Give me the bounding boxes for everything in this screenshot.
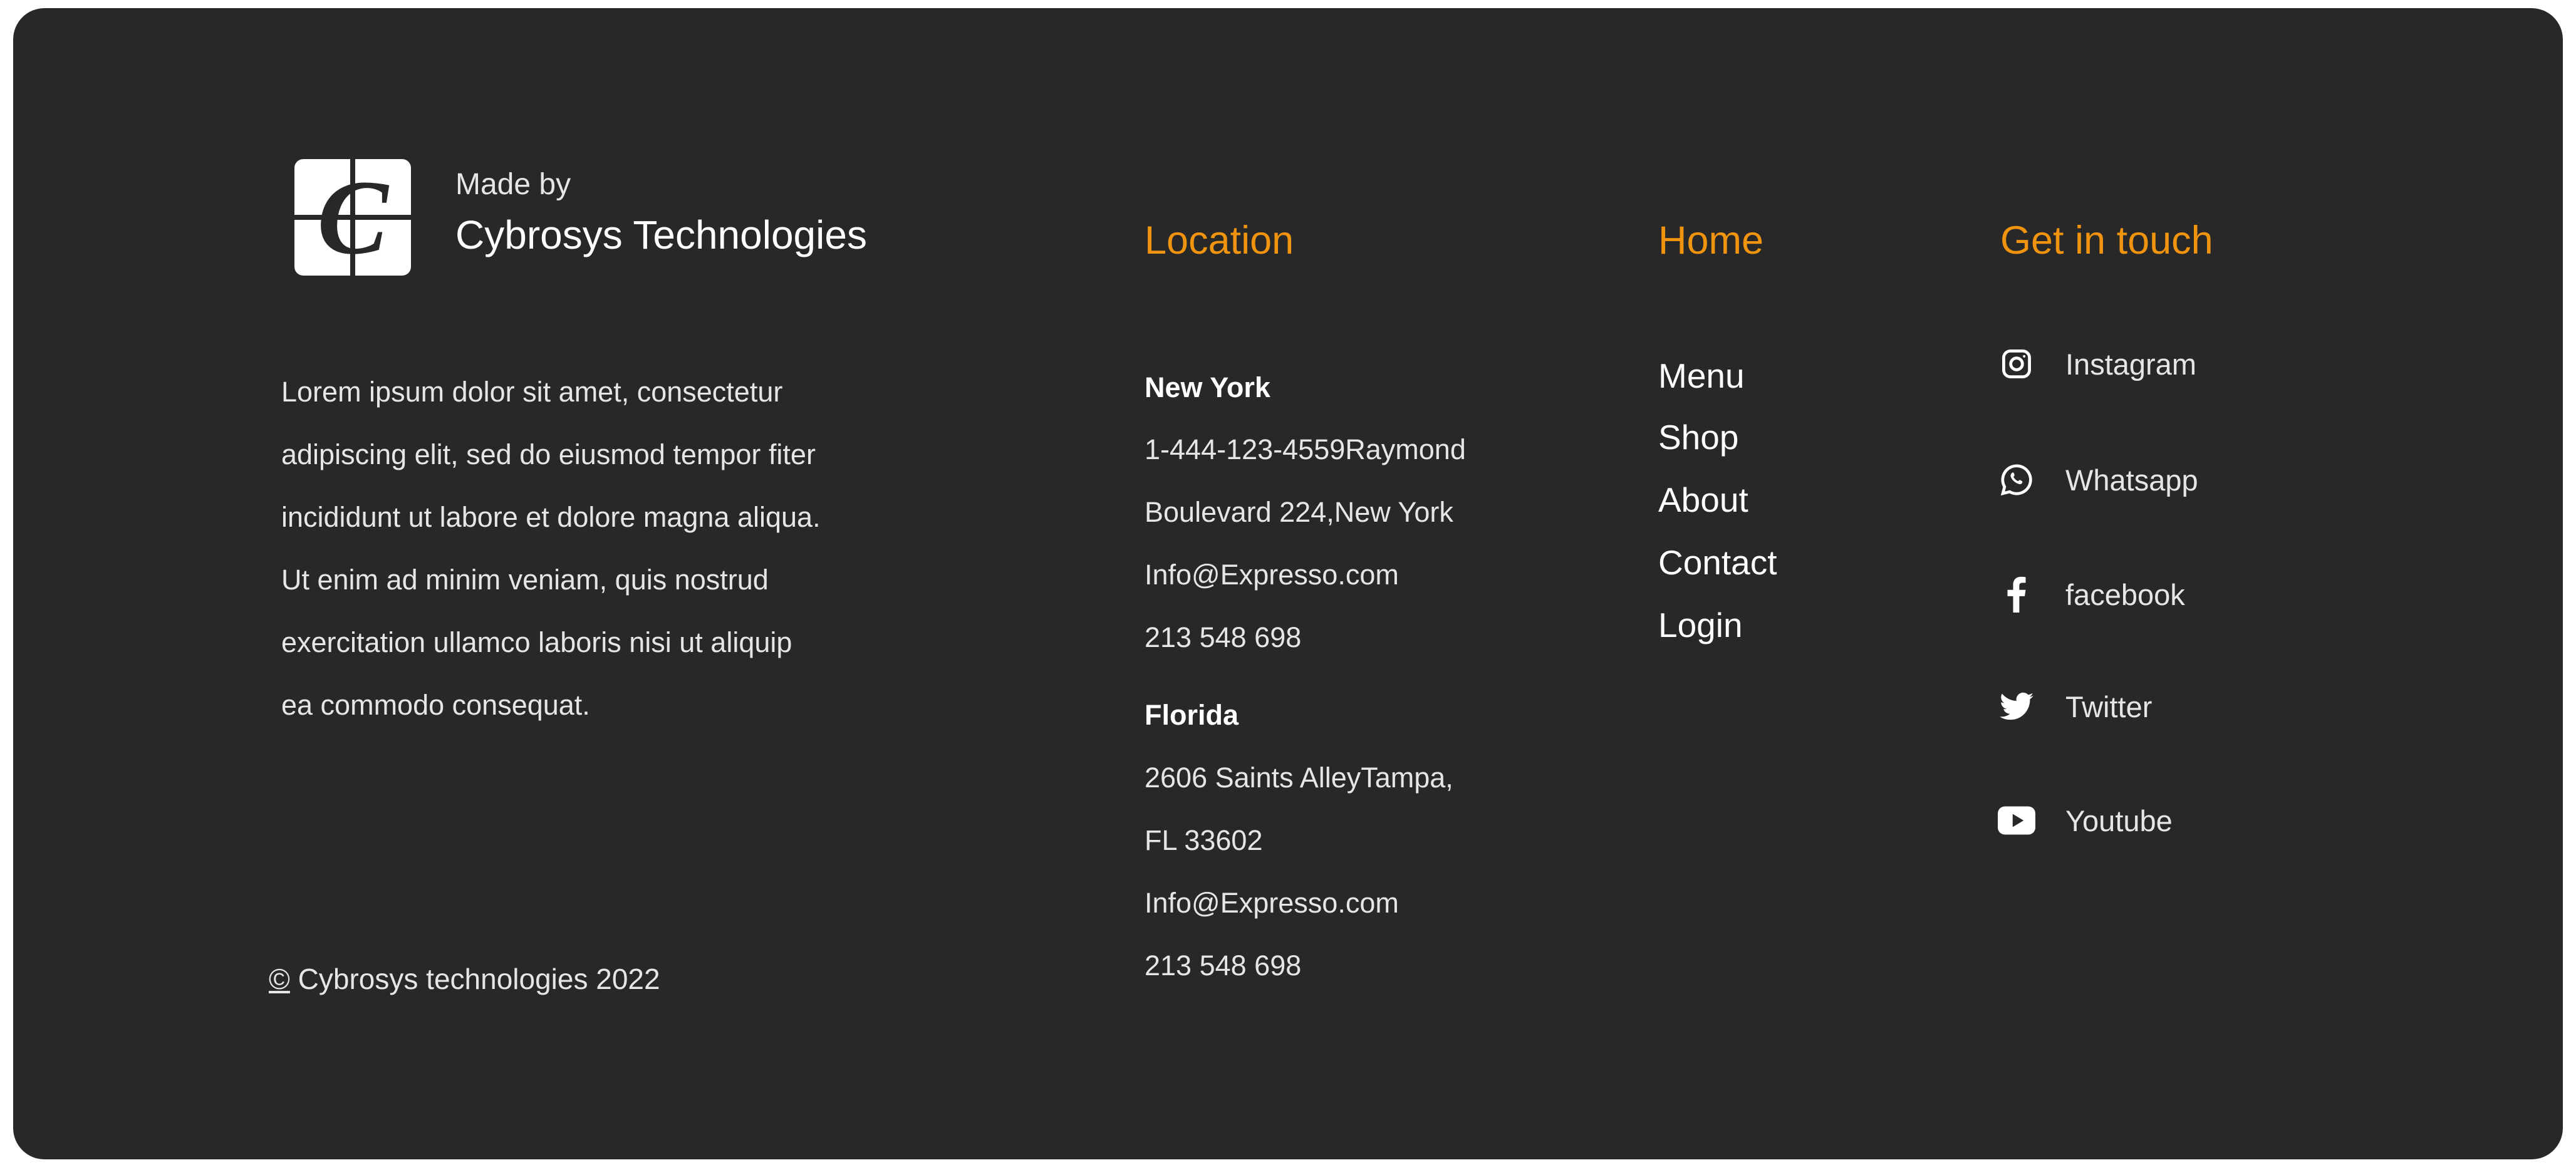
social-link-youtube[interactable]: Youtube: [1998, 802, 2173, 839]
social-label: Twitter: [2065, 690, 2153, 723]
about-line: adipiscing elit, sed do eiusmod tempor f…: [281, 438, 816, 470]
twitter-icon: [1998, 688, 2035, 725]
nav-link-login[interactable]: Login: [1658, 608, 1743, 643]
office-phone[interactable]: 213 548 698: [1145, 951, 1301, 980]
office-address-line: 1-444-123-4559Raymond: [1145, 433, 1466, 465]
office-phone[interactable]: 213 548 698: [1145, 623, 1301, 651]
nav-link-shop[interactable]: Shop: [1658, 420, 1738, 455]
office-city-new-york: New York: [1145, 371, 1270, 403]
nav-link-about[interactable]: About: [1658, 483, 1748, 517]
office-email[interactable]: Info@Expresso.com: [1145, 561, 1399, 589]
social-link-instagram[interactable]: Instagram: [1998, 345, 2196, 383]
made-by-label: Made by: [455, 168, 571, 201]
get-in-touch-heading: Get in touch: [2000, 219, 2213, 262]
brand-name: Cybrosys Technologies: [455, 212, 867, 257]
social-link-twitter[interactable]: Twitter: [1998, 688, 2152, 725]
copyright-text: Cybrosys technologies 2022: [289, 963, 660, 995]
social-label: Instagram: [2065, 347, 2196, 381]
whatsapp-icon: [1998, 461, 2035, 499]
about-line: ea commodo consequat.: [281, 689, 590, 721]
cybrosys-logo[interactable]: C: [294, 159, 411, 276]
office-email[interactable]: Info@Expresso.com: [1145, 889, 1399, 917]
copyright-symbol: ©: [269, 963, 290, 995]
site-footer: C Made by Cybrosys Technologies Lorem ip…: [13, 8, 2563, 1159]
about-line: exercitation ullamco laboris nisi ut ali…: [281, 626, 792, 658]
youtube-icon: [1998, 802, 2035, 839]
instagram-icon: [1998, 345, 2035, 383]
social-label: facebook: [2065, 577, 2185, 611]
copyright-notice: © Cybrosys technologies 2022: [269, 965, 660, 993]
location-heading: Location: [1145, 219, 1294, 262]
facebook-icon: [1998, 576, 2035, 613]
about-line: Lorem ipsum dolor sit amet, consectetur: [281, 376, 783, 408]
office-address-line: FL 33602: [1145, 824, 1263, 856]
about-line: Ut enim ad minim veniam, quis nostrud: [281, 564, 769, 596]
office-address-line: 2606 Saints AlleyTampa,: [1145, 762, 1453, 794]
social-label: Whatsapp: [2065, 463, 2198, 497]
nav-link-contact[interactable]: Contact: [1658, 546, 1777, 580]
office-address-line: Boulevard 224,New York: [1145, 496, 1453, 528]
nav-link-menu[interactable]: Menu: [1658, 359, 1745, 393]
svg-text:C: C: [317, 159, 389, 276]
about-paragraph: Lorem ipsum dolor sit amet, consectetur …: [281, 361, 908, 737]
about-line: incididunt ut labore et dolore magna ali…: [281, 501, 821, 533]
social-label: Youtube: [2065, 804, 2173, 837]
office-city-florida: Florida: [1145, 699, 1239, 731]
home-heading: Home: [1658, 219, 1764, 262]
social-link-whatsapp[interactable]: Whatsapp: [1998, 461, 2198, 499]
social-link-facebook[interactable]: facebook: [1998, 576, 2185, 613]
